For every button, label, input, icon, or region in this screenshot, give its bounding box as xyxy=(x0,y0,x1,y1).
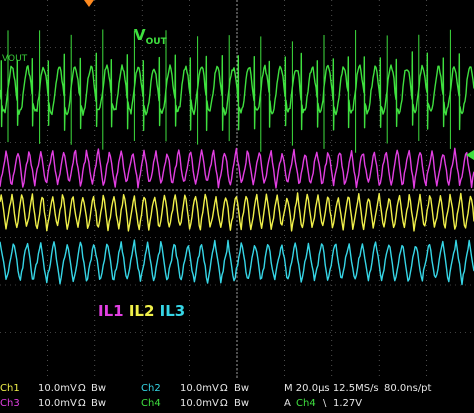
vout-label: VOUT xyxy=(134,26,167,47)
ch1-name[interactable]: Ch1 xyxy=(0,383,20,394)
trigger-mode: A xyxy=(284,398,291,409)
ch4-coupling: Ω xyxy=(220,398,228,409)
vout-label-subscript: OUT xyxy=(145,37,167,47)
current-labels: IL1 IL2 IL3 xyxy=(98,302,185,320)
ch3-scale: 10.0mV xyxy=(38,398,77,409)
ch2-name[interactable]: Ch2 xyxy=(141,383,161,394)
ch2-coupling: Ω xyxy=(220,383,228,394)
trigger-level-readout[interactable]: 1.27V xyxy=(333,398,362,409)
timebase-readout[interactable]: M 20.0µs 12.5MS/s xyxy=(284,383,379,394)
ch4-name[interactable]: Ch4 xyxy=(141,398,161,409)
status-bar: Ch1 10.0mV Ω Bw Ch2 10.0mV Ω Bw Ch3 10.0… xyxy=(0,380,474,413)
oscilloscope-screen xyxy=(0,0,474,380)
ch1-coupling: Ω xyxy=(78,383,86,394)
record-length-readout: 80.0ns/pt xyxy=(384,383,432,394)
il1-label: IL1 xyxy=(98,302,124,320)
ch3-bw: Bw xyxy=(91,398,107,409)
ch4-scale: 10.0mV xyxy=(180,398,219,409)
il2-label: IL2 xyxy=(128,302,155,320)
ch4-bw: Bw xyxy=(234,398,250,409)
vout-ground-marker[interactable]: VOUT xyxy=(2,54,27,64)
trigger-source[interactable]: Ch4 xyxy=(296,398,316,409)
ch2-scale: 10.0mV xyxy=(180,383,219,394)
ch3-coupling: Ω xyxy=(78,398,86,409)
ch3-name[interactable]: Ch3 xyxy=(0,398,20,409)
vout-label-main: V xyxy=(134,26,146,44)
ch1-scale: 10.0mV xyxy=(38,383,77,394)
ch1-bw: Bw xyxy=(91,383,107,394)
ch2-bw: Bw xyxy=(234,383,250,394)
trigger-slope-icon: \ xyxy=(323,398,327,409)
il3-label: IL3 xyxy=(159,302,186,320)
